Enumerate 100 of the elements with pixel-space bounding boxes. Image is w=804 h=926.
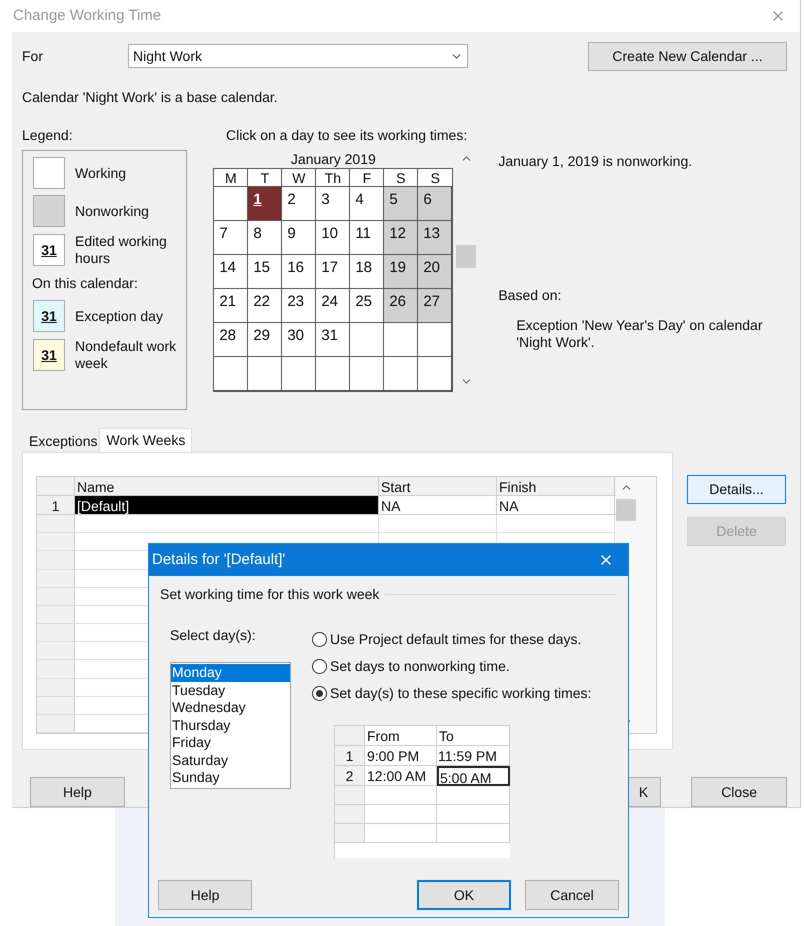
calendar-day[interactable]: 9: [282, 221, 316, 255]
radio-option[interactable]: Use Project default times for these days.: [312, 626, 592, 653]
dialog-button[interactable]: OK: [417, 880, 511, 910]
calendar-day[interactable]: [384, 323, 418, 357]
calendar-day[interactable]: 28: [214, 323, 248, 357]
calendar-day[interactable]: 22: [248, 289, 282, 323]
calendar-day[interactable]: 1: [248, 187, 282, 221]
calendar-day[interactable]: 8: [248, 221, 282, 255]
select-days-label: Select day(s):: [170, 626, 257, 645]
calendar-prompt: Click on a day to see its working times:: [226, 126, 468, 145]
calendar-day[interactable]: 2: [282, 187, 316, 221]
help-button[interactable]: Help: [30, 777, 125, 807]
tab[interactable]: Work Weeks: [99, 428, 192, 452]
radio-icon[interactable]: [312, 686, 327, 701]
swatch-number: 31: [41, 306, 57, 326]
calendar-note: Calendar 'Night Work' is a base calendar.: [22, 88, 279, 107]
scroll-thumb[interactable]: [616, 499, 636, 521]
calendar-day[interactable]: 27: [418, 289, 452, 323]
calendar-day[interactable]: 7: [214, 221, 248, 255]
time-cell[interactable]: 5:00 AM: [437, 766, 510, 786]
calendar-day[interactable]: [418, 357, 452, 391]
calendar-day[interactable]: 10: [316, 221, 350, 255]
calendar-day[interactable]: 25: [350, 289, 384, 323]
column-header: Finish: [497, 477, 615, 495]
calendar-day[interactable]: 13: [418, 221, 452, 255]
table-cell[interactable]: NA: [497, 496, 615, 514]
column-header: To: [437, 726, 510, 746]
dialog-title: Details for '[Default]': [152, 550, 286, 570]
time-cell[interactable]: 11:59 PM: [437, 746, 510, 766]
calendar-day[interactable]: [282, 357, 316, 391]
calendar-day[interactable]: [384, 357, 418, 391]
calendar-day[interactable]: [316, 357, 350, 391]
day-option[interactable]: Sunday: [171, 769, 290, 786]
table-cell[interactable]: [Default]: [75, 496, 379, 514]
days-listbox[interactable]: Monday Tuesday Wednesday Thursday Friday Saturday Sunday: [170, 662, 291, 789]
day-option[interactable]: Tuesday: [171, 682, 290, 699]
column-header: From: [365, 726, 437, 746]
day-option[interactable]: Friday: [171, 734, 290, 752]
calendar-day[interactable]: 16: [282, 255, 316, 289]
calendar-day[interactable]: [248, 357, 282, 391]
calendar-day[interactable]: 26: [384, 289, 418, 323]
calendar-day[interactable]: 23: [282, 289, 316, 323]
calendar-day[interactable]: 24: [316, 289, 350, 323]
calendar-day[interactable]: 29: [248, 323, 282, 357]
calendar-day[interactable]: 31: [316, 323, 350, 357]
day-option[interactable]: Monday: [171, 664, 290, 682]
calendar-day[interactable]: 3: [316, 187, 350, 221]
based-on-text: Exception 'New Year's Day' on calendar 'Night Work'.: [516, 317, 764, 351]
row-number: 1: [37, 496, 75, 514]
close-button[interactable]: Close: [691, 777, 787, 807]
calendar-day[interactable]: [214, 357, 248, 391]
calendar-day[interactable]: 17: [316, 255, 350, 289]
swatch-number: 31: [41, 346, 57, 364]
calendar-dropdown[interactable]: Night Work: [128, 44, 468, 68]
calendar-day[interactable]: 14: [214, 255, 248, 289]
calendar-day[interactable]: [350, 357, 384, 391]
calendar-day[interactable]: 6: [418, 187, 452, 221]
day-option[interactable]: Saturday: [171, 752, 290, 769]
table-cell[interactable]: NA: [379, 496, 497, 514]
legend-label: Nonworking: [75, 202, 149, 220]
day-option[interactable]: Thursday: [171, 716, 290, 734]
row-number: 2: [335, 766, 365, 786]
radio-icon[interactable]: [312, 632, 327, 647]
dialog-button[interactable]: Cancel: [525, 880, 619, 910]
calendar-day[interactable]: 5: [384, 187, 418, 221]
day-status: January 1, 2019 is nonworking.: [498, 152, 694, 171]
section-heading: Set working time for this work week: [160, 585, 380, 604]
calendar-day[interactable]: 21: [214, 289, 248, 323]
column-header: Name: [75, 477, 379, 495]
row-number: 1: [335, 746, 365, 766]
month-title: January 2019: [290, 150, 377, 168]
scroll-thumb[interactable]: [456, 245, 476, 268]
calendar-day[interactable]: [214, 187, 248, 221]
legend-swatch: [33, 195, 65, 227]
calendar-day[interactable]: 12: [384, 221, 418, 255]
time-cell[interactable]: 12:00 AM: [365, 766, 437, 786]
create-calendar-button[interactable]: Create New Calendar ...: [588, 42, 787, 70]
side-button[interactable]: Details...: [687, 475, 786, 504]
calendar-day[interactable]: 19: [384, 255, 418, 289]
for-label: For: [22, 46, 44, 66]
legend-title: Legend:: [22, 126, 74, 145]
day-option[interactable]: Wednesday: [171, 699, 290, 716]
tab[interactable]: Exceptions: [27, 431, 100, 452]
radio-icon[interactable]: [312, 659, 327, 674]
radio-option[interactable]: Set day(s) to these specific working times:: [312, 680, 592, 707]
calendar-day[interactable]: 11: [350, 221, 384, 255]
calendar-day[interactable]: 18: [350, 255, 384, 289]
based-on-label: Based on:: [498, 286, 562, 305]
calendar-day[interactable]: [418, 323, 452, 357]
calendar-day[interactable]: 20: [418, 255, 452, 289]
calendar-day[interactable]: 15: [248, 255, 282, 289]
radio-option[interactable]: Set days to nonworking time.: [312, 653, 592, 680]
calendar-day[interactable]: 30: [282, 323, 316, 357]
time-cell[interactable]: 9:00 PM: [365, 746, 437, 766]
legend-label: Exception day: [75, 308, 163, 324]
calendar-day[interactable]: [350, 323, 384, 357]
window-title: Change Working Time: [13, 6, 162, 26]
dialog-button[interactable]: Help: [158, 880, 252, 910]
calendar-day[interactable]: 4: [350, 187, 384, 221]
legend-label: Edited working hours: [75, 233, 168, 267]
